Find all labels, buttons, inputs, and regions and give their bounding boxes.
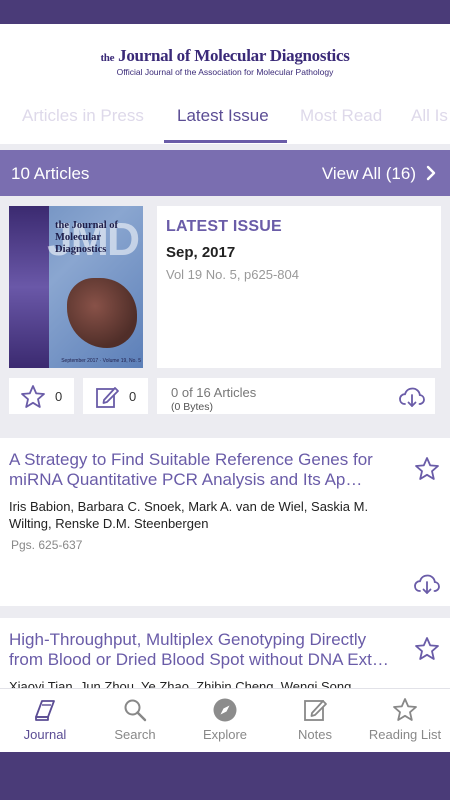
- notes-icon: [304, 700, 327, 721]
- bookmark-button[interactable]: 0: [9, 378, 74, 414]
- tab-explore-label: Explore: [202, 727, 248, 742]
- tab-reading-list[interactable]: Reading List: [360, 689, 450, 753]
- chevron-right-icon[interactable]: [424, 164, 438, 182]
- search-icon: [124, 699, 147, 722]
- edit-note-icon: [96, 387, 119, 408]
- article-card[interactable]: A Strategy to Find Suitable Reference Ge…: [0, 438, 450, 606]
- notes-count: 0: [129, 389, 137, 404]
- tab-articles-in-press[interactable]: Articles in Press: [22, 106, 144, 126]
- article-title[interactable]: High-Throughput, Multiplex Genotyping Di…: [9, 630, 395, 670]
- star-icon: [393, 698, 417, 721]
- cover-helix-band: [9, 206, 49, 368]
- article-card[interactable]: High-Throughput, Multiplex Genotyping Di…: [0, 618, 450, 688]
- tab-explore[interactable]: Explore: [180, 689, 270, 753]
- tab-search[interactable]: Search: [90, 689, 180, 753]
- tab-notes-label: Notes: [298, 727, 332, 742]
- latest-issue-panel: JMD the Journal of Molecular Diagnostics…: [0, 196, 450, 428]
- logo-subtitle: Official Journal of the Association for …: [116, 66, 334, 77]
- tab-most-read[interactable]: Most Read: [300, 106, 382, 126]
- bookmark-count: 0: [55, 389, 63, 404]
- download-size: (0 Bytes): [171, 401, 214, 413]
- tab-journal[interactable]: Journal: [0, 689, 90, 753]
- issue-volume: Vol 19 No. 5, p625-804: [166, 267, 299, 282]
- article-pages: Pgs. 625-637: [11, 538, 83, 552]
- star-outline-icon[interactable]: [414, 636, 440, 662]
- issue-info-card[interactable]: LATEST ISSUE Sep, 2017 Vol 19 No. 5, p62…: [157, 206, 441, 368]
- logo-title: the Journal of Molecular Diagnostics: [100, 45, 350, 65]
- issue-cover-image[interactable]: JMD the Journal of Molecular Diagnostics…: [9, 206, 143, 368]
- notes-button[interactable]: 0: [83, 378, 148, 414]
- tab-search-label: Search: [114, 727, 156, 742]
- journal-icon: [35, 700, 55, 721]
- tab-all-issues[interactable]: All Is: [411, 106, 448, 126]
- download-count: 0 of 16 Articles: [171, 385, 257, 400]
- article-title[interactable]: A Strategy to Find Suitable Reference Ge…: [9, 450, 395, 490]
- download-issue-button[interactable]: 0 of 16 Articles (0 Bytes): [157, 378, 435, 414]
- cover-tissue-image: [67, 278, 137, 348]
- view-all-link[interactable]: View All (16): [322, 164, 416, 184]
- article-authors: Xiaoyi Tian, Jun Zhou, Ye Zhao, Zhibin C…: [9, 679, 352, 688]
- cloud-download-icon: [399, 387, 425, 407]
- tab-notes[interactable]: Notes: [270, 689, 360, 753]
- status-bar: [0, 0, 450, 24]
- journal-logo: the Journal of Molecular Diagnostics Off…: [0, 24, 450, 96]
- active-tab-indicator: [164, 140, 287, 143]
- cloud-download-icon[interactable]: [413, 572, 441, 596]
- tab-latest-issue[interactable]: Latest Issue: [177, 106, 269, 126]
- tab-journal-label: Journal: [23, 727, 67, 742]
- compass-icon: [213, 698, 237, 722]
- bottom-tab-bar: Journal Search Explore Notes Reading Lis…: [0, 688, 450, 752]
- article-count: 10 Articles: [11, 164, 90, 183]
- section-tabs: Articles in Press Latest Issue Most Read…: [0, 96, 450, 144]
- tab-reading-list-label: Reading List: [368, 727, 442, 742]
- latest-issue-label: LATEST ISSUE: [166, 218, 282, 235]
- issue-date: Sep, 2017: [166, 244, 236, 261]
- article-count-bar: 10 Articles View All (16): [0, 150, 450, 196]
- star-outline-icon[interactable]: [414, 456, 440, 482]
- article-authors: Iris Babion, Barbara C. Snoek, Mark A. v…: [9, 499, 369, 531]
- star-outline-icon: [21, 385, 45, 408]
- cover-footer: September 2017 · Volume 19, No. 5: [61, 358, 141, 364]
- system-nav-bar: [0, 752, 450, 800]
- cover-title: the Journal of Molecular Diagnostics: [55, 220, 118, 255]
